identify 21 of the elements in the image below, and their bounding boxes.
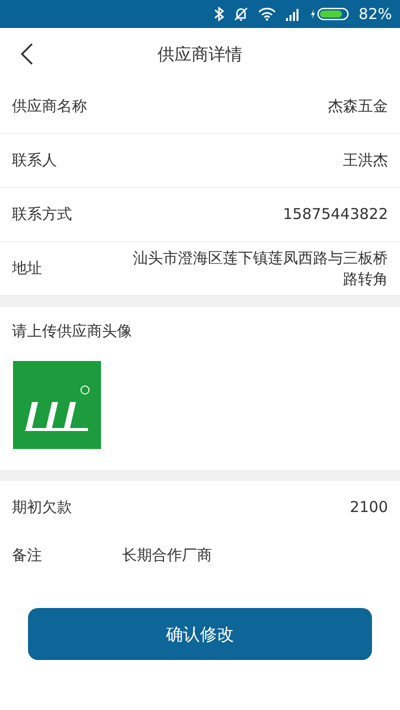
field-label: 供应商名称 xyxy=(12,97,87,116)
field-value: 汕头市澄海区莲下镇莲凤西路与三板桥路转角 xyxy=(132,248,388,289)
bluetooth-icon xyxy=(214,6,224,22)
field-value: 杰森五金 xyxy=(328,96,388,117)
field-label: 联系方式 xyxy=(12,205,72,224)
field-value: 15875443822 xyxy=(283,204,388,225)
field-value: 长期合作厂商 xyxy=(122,544,212,566)
field-label: 期初欠款 xyxy=(12,498,72,516)
wifi-icon xyxy=(258,7,276,21)
field-value: 王洪杰 xyxy=(343,150,388,171)
page-title: 供应商详情 xyxy=(158,44,242,66)
field-value: 2100 xyxy=(350,496,388,518)
field-label: 备注 xyxy=(12,546,43,564)
field-label: 联系人 xyxy=(12,151,57,170)
field-label: 地址 xyxy=(12,259,42,278)
signal-icon xyxy=(284,7,301,21)
battery-icon xyxy=(310,7,350,21)
muted-bell-icon xyxy=(232,6,249,22)
confirm-button[interactable]: 确认修改 xyxy=(28,608,372,660)
section-label: 请上传供应商头像 xyxy=(12,322,132,341)
battery-percent: 82% xyxy=(358,5,392,23)
